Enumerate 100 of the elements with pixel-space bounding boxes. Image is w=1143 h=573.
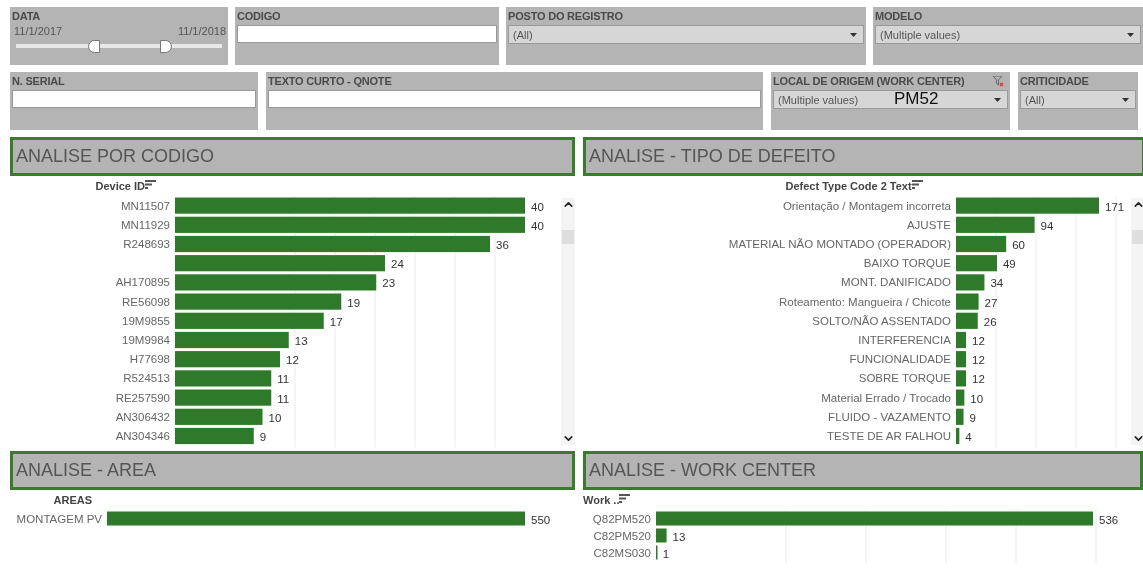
- bar[interactable]: [956, 427, 960, 445]
- value-label: 171: [1105, 200, 1125, 213]
- bar[interactable]: [175, 370, 272, 387]
- bar[interactable]: [956, 312, 978, 329]
- value-label: 94: [1040, 219, 1054, 232]
- bar[interactable]: [956, 389, 965, 406]
- value-label: 13: [672, 530, 686, 543]
- end-date: 11/1/2018: [177, 25, 226, 37]
- bar[interactable]: [175, 389, 272, 406]
- value-label: 40: [531, 219, 544, 232]
- category-label: MONT. DANIFICADO: [841, 276, 951, 289]
- filter-label: CRITICIDADE: [1020, 74, 1089, 88]
- scrollbar[interactable]: [1131, 198, 1143, 445]
- category-label: AH170895: [115, 276, 170, 289]
- dropdown[interactable]: (Multiple values): [875, 25, 1141, 44]
- scrollbar-thumb[interactable]: [562, 230, 574, 244]
- sort-icon[interactable]: [619, 494, 631, 503]
- dropdown[interactable]: (Multiple values) PM52: [773, 90, 1008, 109]
- category-label: RE56098: [122, 295, 170, 308]
- value-label: 12: [972, 354, 985, 367]
- category-label: Material Errado / Trocado: [821, 391, 951, 404]
- bar[interactable]: [956, 216, 1035, 233]
- caret-icon: [1127, 32, 1134, 37]
- value-label: 23: [382, 277, 396, 290]
- category-label: AJUSTE: [906, 218, 951, 231]
- caret-icon: [994, 97, 1001, 102]
- bar[interactable]: [175, 351, 280, 368]
- caret-icon: [1122, 97, 1129, 102]
- bar[interactable]: [956, 274, 985, 291]
- bar[interactable]: [107, 511, 525, 526]
- scrollbar-thumb[interactable]: [1132, 230, 1143, 244]
- bar[interactable]: [175, 216, 525, 233]
- bar[interactable]: [956, 351, 967, 368]
- value-label: 27: [984, 296, 998, 309]
- bar[interactable]: [956, 197, 1099, 214]
- value-label: 36: [496, 239, 509, 251]
- scrollbar[interactable]: [561, 198, 575, 445]
- text-field[interactable]: [237, 25, 497, 43]
- value-label: 11: [277, 392, 290, 405]
- category-label: Q82PM520: [592, 512, 651, 525]
- value-label: 24: [391, 258, 404, 271]
- clear-filter-icon[interactable]: [993, 75, 1004, 87]
- start-date: 11/1/2017: [14, 25, 63, 37]
- bar[interactable]: [956, 370, 967, 387]
- bar[interactable]: [656, 511, 1093, 526]
- axis-title: Defect Type Code 2 Text: [785, 180, 912, 192]
- category-label: C82PM520: [593, 529, 651, 542]
- category-label: R248693: [123, 238, 170, 250]
- category-label: R524513: [123, 372, 170, 385]
- value-label: 19: [347, 296, 361, 309]
- bar[interactable]: [956, 255, 997, 272]
- filter-label: TEXTO CURTO - QNOTE: [268, 74, 392, 88]
- category-label: RE257590: [115, 391, 170, 404]
- bar[interactable]: [175, 197, 525, 214]
- filter-label: CODIGO: [237, 9, 281, 23]
- axis-title: Work ..: [583, 494, 620, 506]
- value-label: 9: [259, 431, 267, 443]
- section-title: ANALISE - AREA: [10, 451, 575, 490]
- category-label: C82MS030: [593, 546, 651, 559]
- value-label: 13: [294, 335, 308, 347]
- category-label: FUNCIONALIDADE: [849, 353, 951, 366]
- bar[interactable]: [175, 293, 342, 310]
- filter-label: MODELO: [875, 9, 923, 23]
- text-field[interactable]: [268, 90, 761, 108]
- bar[interactable]: [956, 408, 964, 425]
- slider-handle[interactable]: [159, 40, 172, 53]
- sort-icon[interactable]: [911, 180, 923, 189]
- value-label: 34: [990, 277, 1004, 290]
- text-field[interactable]: [12, 90, 256, 108]
- category-label: SOBRE TORQUE: [858, 372, 951, 385]
- value-label: 12: [972, 335, 985, 347]
- bar[interactable]: [956, 293, 979, 310]
- category-label: 19M9855: [122, 314, 170, 327]
- dropdown[interactable]: (All): [508, 25, 864, 44]
- category-label: AN306432: [115, 410, 170, 423]
- value-label: 11: [277, 373, 290, 386]
- bar[interactable]: [656, 528, 667, 543]
- category-label: INTERFERENCIA: [858, 334, 951, 346]
- bar[interactable]: [175, 408, 263, 425]
- sort-icon[interactable]: [145, 180, 157, 189]
- category-label: BAIXO TORQUE: [863, 257, 951, 270]
- bar[interactable]: [175, 331, 289, 349]
- bar[interactable]: [956, 331, 967, 349]
- bar[interactable]: [175, 274, 377, 291]
- section-title: ANALISE POR CODIGO: [10, 137, 575, 176]
- category-label: MONTAGEM PV: [16, 512, 102, 525]
- bar[interactable]: [956, 235, 1007, 253]
- filter-label: LOCAL DE ORIGEM (WORK CENTER): [773, 74, 965, 88]
- bar[interactable]: [175, 255, 385, 272]
- bar[interactable]: [175, 427, 254, 445]
- annotation: PM52: [894, 89, 939, 109]
- value-label: 60: [1012, 239, 1025, 251]
- category-label: Roteamento: Mangueira / Chicote: [779, 295, 951, 308]
- bar[interactable]: [175, 312, 324, 329]
- filter-label: DATA: [12, 9, 41, 23]
- bar[interactable]: [175, 235, 490, 253]
- dropdown[interactable]: (All): [1020, 90, 1136, 109]
- value-label: 9: [969, 411, 976, 424]
- slider-handle[interactable]: [87, 40, 100, 53]
- category-label: H77698: [129, 353, 170, 366]
